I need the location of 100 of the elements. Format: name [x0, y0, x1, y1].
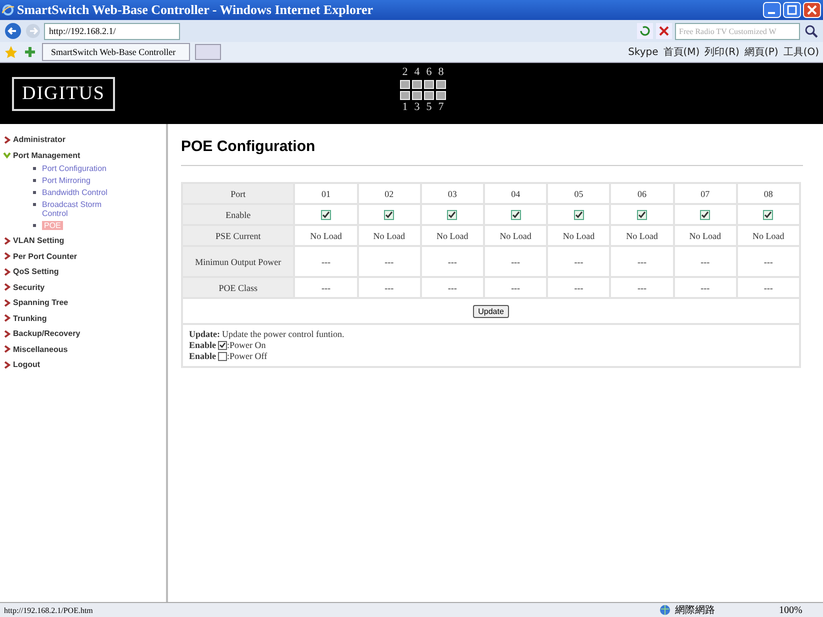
sidebar-item[interactable]: VLAN Setting	[0, 233, 166, 248]
row-header: Enable	[182, 204, 294, 225]
toolbar-button[interactable]: 首頁(M)	[663, 45, 700, 59]
enable-checkbox[interactable]	[700, 210, 710, 220]
port-header: 06	[610, 183, 674, 204]
toolbar-button[interactable]: 列印(R)	[704, 45, 740, 59]
note-text: Update the power control funtion.	[222, 329, 344, 340]
enable-checkbox[interactable]	[320, 210, 331, 220]
table-cell: ---	[358, 277, 421, 298]
star-icon[interactable]	[4, 45, 18, 59]
submenu-link[interactable]: Port Mirroring	[42, 176, 112, 185]
submenu-link[interactable]: Broadcast Storm Control	[42, 200, 112, 218]
table-cell: No Load	[547, 225, 610, 246]
note-text: :Power On	[227, 340, 266, 351]
toolbar-button[interactable]: Skype	[628, 46, 658, 58]
enable-checkbox[interactable]	[447, 210, 458, 220]
chevron-right-icon	[3, 136, 11, 144]
sidebar-item[interactable]: Logout	[0, 357, 166, 372]
table-cell: ---	[674, 246, 737, 277]
table-cell: ---	[420, 277, 484, 298]
table-cell: ---	[547, 277, 610, 298]
port-number: 1	[402, 102, 408, 113]
sidebar-item[interactable]: Per Port Counter	[0, 248, 166, 264]
port-header: 01	[294, 183, 358, 204]
status-zone: 網際網路	[675, 604, 716, 617]
port-header: 07	[674, 183, 737, 204]
sidebar-item[interactable]: Port Management	[0, 148, 166, 163]
table-cell: No Load	[294, 225, 358, 246]
table-cell: ---	[420, 246, 484, 277]
table-cell: No Load	[358, 225, 421, 246]
sidebar-item[interactable]: Spanning Tree	[0, 295, 166, 310]
update-button[interactable]: Update	[473, 304, 509, 318]
table-cell: No Load	[420, 225, 484, 246]
port-number: 8	[438, 67, 444, 78]
table-cell: ---	[674, 277, 737, 298]
port-header: 04	[484, 183, 548, 204]
row-header: POE Class	[182, 277, 294, 298]
window-title: SmartSwitch Web-Base Controller - Windows Internet Explorer	[17, 2, 374, 18]
port-header: 02	[358, 183, 421, 204]
address-field[interactable]: http://192.168.2.1/	[44, 22, 180, 40]
refresh-icon[interactable]	[637, 23, 653, 39]
enable-checkbox[interactable]	[636, 210, 647, 220]
note-text: :Power Off	[227, 351, 268, 362]
chevron-down-icon	[3, 151, 11, 160]
table-cell: ---	[358, 246, 421, 277]
enable-checkbox[interactable]	[384, 210, 394, 220]
table-cell: ---	[610, 246, 674, 277]
minimize-button[interactable]	[763, 2, 781, 18]
port-number: 7	[438, 102, 444, 113]
sidebar-item[interactable]: QoS Setting	[0, 264, 166, 280]
zoom-level[interactable]: 100%	[779, 604, 819, 616]
table-cell: No Load	[736, 225, 800, 246]
port-number: 3	[414, 102, 420, 113]
search-icon[interactable]	[803, 23, 819, 39]
browser-tab[interactable]: SmartSwitch Web-Base Controller	[42, 43, 190, 61]
table-cell: No Load	[484, 225, 548, 246]
plus-icon[interactable]	[23, 45, 37, 59]
sidebar-item[interactable]: Security	[0, 280, 166, 295]
status-url: http://192.168.2.1/POE.htm	[4, 606, 93, 614]
table-cell: ---	[736, 246, 800, 277]
table-cell: ---	[294, 277, 358, 298]
table-cell: ---	[736, 277, 800, 298]
submenu-link[interactable]: Port Configuration	[42, 164, 112, 173]
port-header: 05	[547, 183, 610, 204]
close-button[interactable]	[803, 2, 821, 18]
enable-checkbox[interactable]	[510, 210, 521, 220]
table-cell: No Load	[610, 225, 674, 246]
browser-icon	[2, 4, 14, 16]
back-icon[interactable]	[4, 22, 22, 40]
row-header: Port	[182, 183, 294, 204]
sidebar-item[interactable]: Backup/Recovery	[0, 326, 166, 342]
table-cell: ---	[294, 246, 358, 277]
enable-checkbox[interactable]	[574, 210, 584, 220]
port-number: 5	[426, 102, 432, 113]
sidebar-item[interactable]: Trunking	[0, 310, 166, 326]
sidebar-item[interactable]: Miscellaneous	[0, 342, 166, 357]
note-term: Enable	[189, 351, 216, 362]
note-term: Enable	[189, 340, 216, 351]
table-cell: ---	[610, 277, 674, 298]
table-cell: No Load	[674, 225, 737, 246]
table-cell: ---	[547, 246, 610, 277]
note-term: Update:	[189, 329, 220, 340]
port-header: 08	[736, 183, 800, 204]
enable-checkbox[interactable]	[763, 210, 774, 220]
port-number: 2	[402, 67, 408, 78]
row-header: PSE Current	[182, 225, 294, 246]
port-number: 4	[414, 67, 420, 78]
row-header: Minimun Output Power	[182, 246, 294, 277]
sidebar-item[interactable]: Administrator	[0, 132, 166, 148]
globe-icon	[659, 604, 671, 616]
stop-icon[interactable]	[656, 23, 672, 39]
submenu-link[interactable]: Bandwidth Control	[42, 188, 112, 197]
maximize-button[interactable]	[783, 2, 801, 18]
page-title: POE Configuration	[181, 138, 316, 155]
logo: DIGITUS	[12, 76, 115, 110]
port-number: 6	[426, 67, 432, 78]
toolbar-button[interactable]: 工具(O)	[783, 45, 819, 59]
port-header: 03	[420, 183, 484, 204]
toolbar-button[interactable]: 網頁(P)	[744, 45, 778, 59]
table-cell: ---	[484, 246, 548, 277]
